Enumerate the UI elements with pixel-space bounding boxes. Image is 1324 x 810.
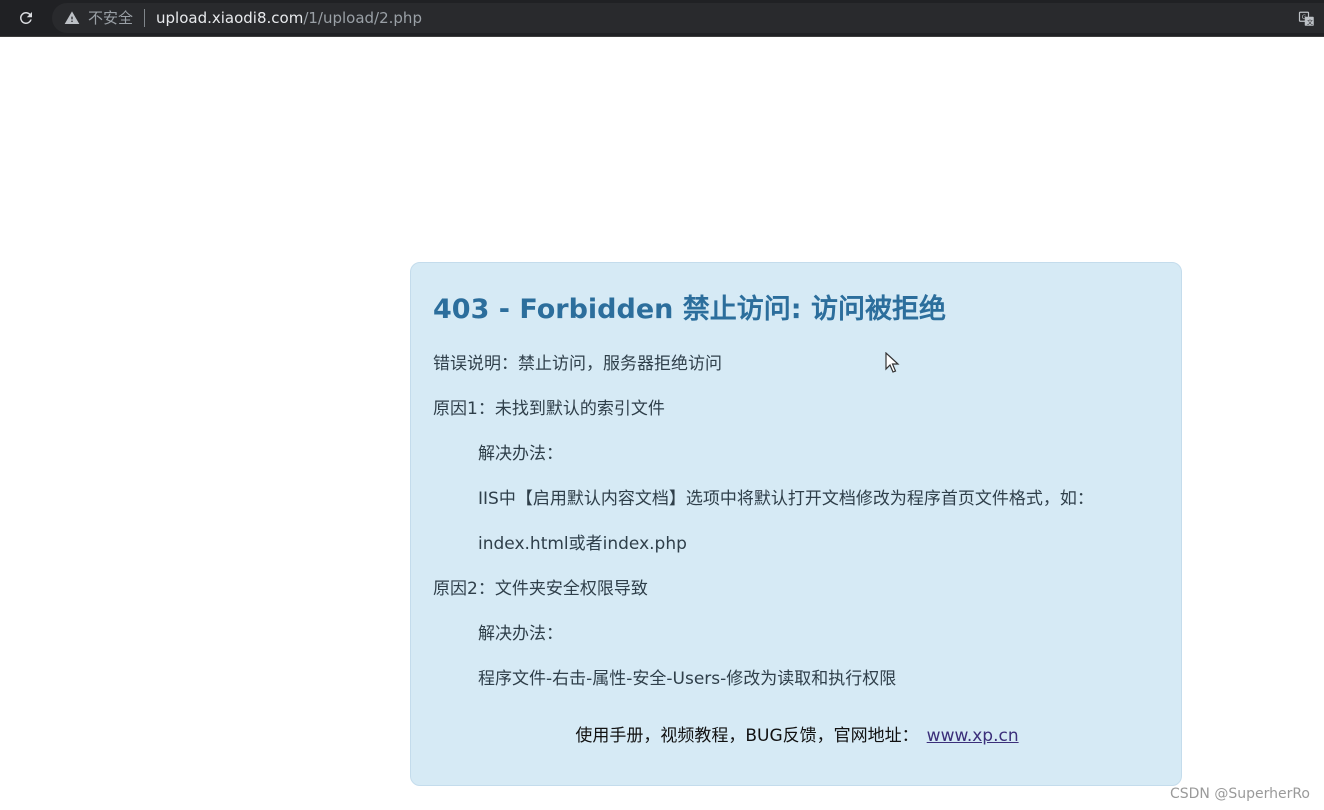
browser-toolbar: 不安全 upload.xiaodi8.com/1/upload/2.php G … [0, 0, 1324, 37]
solution-1-example: index.html或者index.php [478, 534, 687, 554]
error-title: 403 - Forbidden 禁止访问: 访问被拒绝 [433, 294, 946, 325]
error-panel: 403 - Forbidden 禁止访问: 访问被拒绝 错误说明：禁止访问，服务… [410, 262, 1182, 786]
url-host: upload.xiaodi8.com [156, 9, 304, 27]
reload-icon [19, 11, 32, 24]
solution-2-text: 程序文件-右击-属性-安全-Users-修改为读取和执行权限 [478, 669, 897, 689]
solution-2-label: 解决办法： [478, 624, 563, 644]
watermark: CSDN @SuperherRo [1169, 786, 1310, 802]
solution-1-text: IIS中【启用默认内容文档】选项中将默认打开文档修改为程序首页文件格式，如： [478, 489, 1094, 509]
address-bar[interactable]: 不安全 upload.xiaodi8.com/1/upload/2.php G … [52, 3, 1324, 33]
reason-1: 原因1：未找到默认的索引文件 [433, 399, 665, 419]
warning-icon[interactable] [64, 10, 80, 26]
url-separator [144, 9, 145, 27]
svg-text:G: G [1302, 14, 1307, 21]
svg-text:文: 文 [1307, 18, 1313, 26]
security-label[interactable]: 不安全 [88, 8, 133, 28]
mouse-cursor-icon [885, 352, 900, 373]
url-text[interactable]: upload.xiaodi8.com/1/upload/2.php [156, 8, 422, 28]
solution-1-label: 解决办法： [478, 444, 563, 464]
error-description: 错误说明：禁止访问，服务器拒绝访问 [433, 354, 722, 374]
translate-icon[interactable]: G 文 [1298, 10, 1316, 28]
footer-text: 使用手册，视频教程，BUG反馈，官网地址： [575, 726, 919, 746]
reload-button[interactable] [14, 6, 38, 30]
url-path: /1/upload/2.php [303, 9, 422, 27]
official-site-link[interactable]: www.xp.cn [927, 726, 1019, 746]
footer-line: 使用手册，视频教程，BUG反馈，官网地址： www.xp.cn [411, 721, 1183, 746]
reason-2: 原因2：文件夹安全权限导致 [433, 579, 648, 599]
